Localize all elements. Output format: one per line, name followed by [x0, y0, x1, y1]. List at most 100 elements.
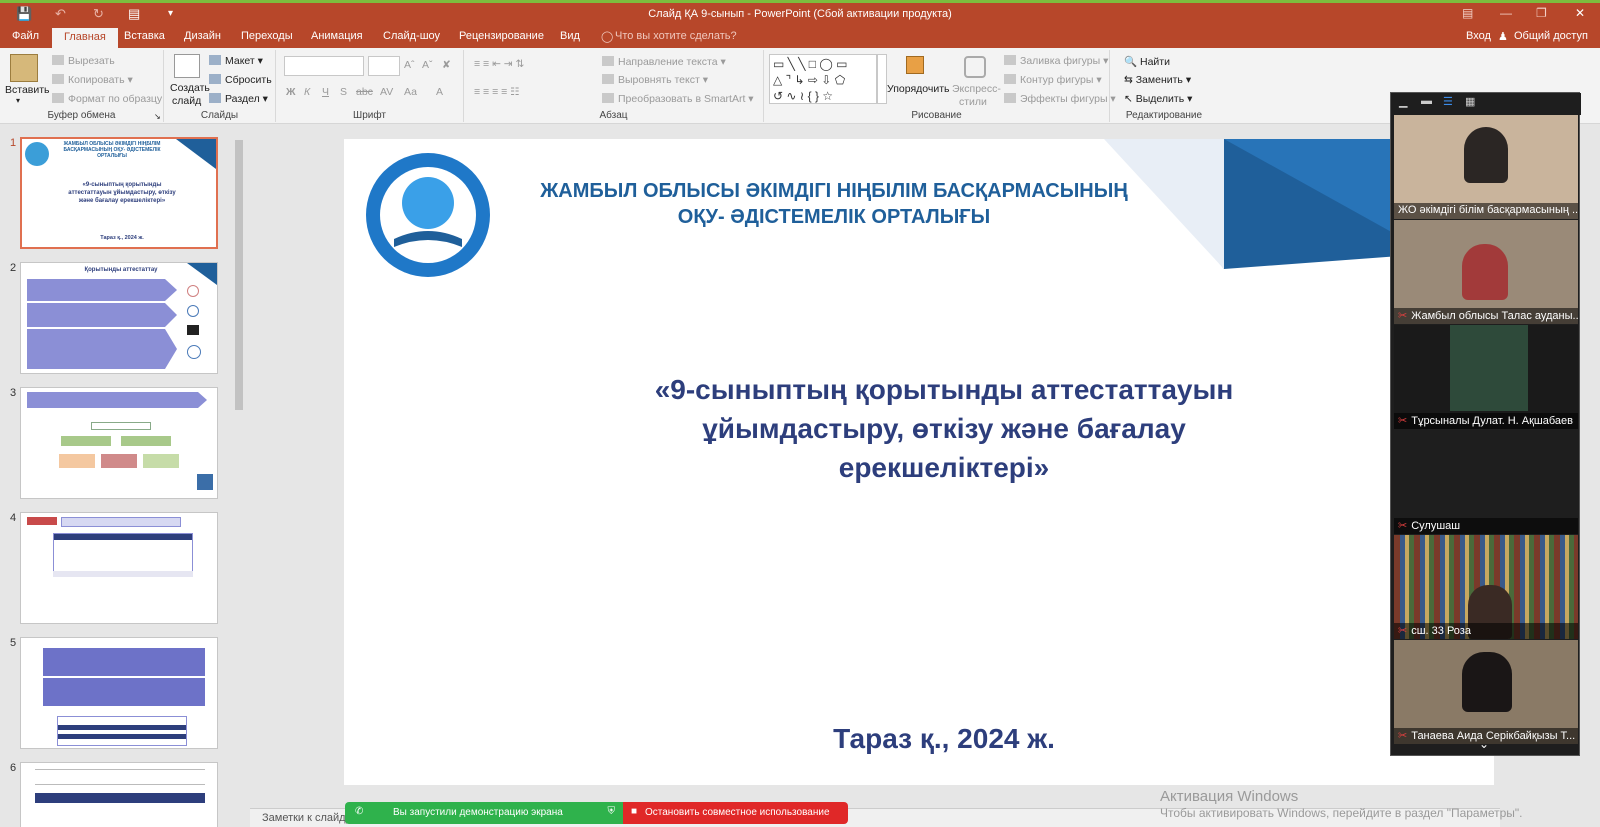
title-bar: 💾 ↶ ↻ ▤ ▾ Слайд ҚА 9-сынып - PowerPoint …	[0, 0, 1600, 26]
shapes-gallery[interactable]: ▭ ╲ ╲ □ ◯ ▭ △ ⌝ ↳ ⇨ ⇩ ⬠ ↺ ∿ ≀ { } ☆	[769, 54, 877, 104]
gallery-view-icon[interactable]: ▦	[1465, 95, 1475, 108]
thumb3-box	[91, 422, 151, 430]
select-button[interactable]: Выделить	[1136, 93, 1184, 105]
thumb1-title: «9-сыныптың қорытынды аттестаттауын ұйым…	[68, 182, 176, 204]
tab-transitions[interactable]: Переходы	[241, 30, 293, 42]
tab-view[interactable]: Вид	[560, 30, 580, 42]
underline-button[interactable]: Ч	[322, 86, 329, 98]
change-case-button[interactable]: Аа	[404, 86, 417, 98]
fill-icon	[1004, 55, 1016, 65]
paste-dropdown-icon[interactable]: ▾	[16, 96, 20, 105]
thumb4-header	[61, 517, 181, 527]
participant-video	[1450, 325, 1528, 411]
tab-file[interactable]: Файл	[12, 30, 39, 42]
thumb2-icon	[187, 305, 199, 317]
copy-button[interactable]: Копировать	[68, 74, 125, 86]
shapes-scroll[interactable]	[877, 54, 887, 104]
font-name-input[interactable]	[284, 56, 364, 76]
tab-design[interactable]: Дизайн	[184, 30, 221, 42]
ribbon-display-icon[interactable]: ▤	[1462, 6, 1473, 20]
italic-button[interactable]: К	[304, 86, 310, 98]
thumb2-icon	[187, 345, 201, 359]
shrink-font-icon[interactable]: Aˇ	[422, 59, 433, 71]
arrange-icon[interactable]	[906, 56, 924, 74]
paste-button[interactable]: Вставить	[5, 84, 50, 96]
participant-tile-2[interactable]: ✂ Жамбыл облысы Талас ауданы...	[1394, 220, 1578, 324]
minimize-icon[interactable]: —	[1500, 6, 1512, 20]
format-painter-icon	[52, 93, 64, 103]
layout-button[interactable]: Макет	[225, 55, 255, 67]
find-button[interactable]: Найти	[1140, 56, 1170, 68]
slide-thumbnail-2[interactable]: Қорытынды аттестаттау	[20, 262, 218, 374]
quick-styles-label-1[interactable]: Экспресс-	[952, 83, 1001, 95]
thumbnails-scrollbar[interactable]	[233, 128, 245, 827]
slide-thumbnail-1[interactable]: ЖАМБЫЛ ОБЛЫСЫ ӘКІМДІГІ НІҢБІЛІМ БАСҚАРМА…	[20, 137, 218, 249]
bullets-icon[interactable]: ≡ ≡ ⇤ ⇥ ⇅	[474, 58, 524, 70]
sign-in-link[interactable]: Вход	[1466, 30, 1491, 42]
clipboard-launcher-icon[interactable]: ↘	[154, 112, 161, 121]
new-slide-icon[interactable]	[174, 54, 200, 78]
slide-canvas[interactable]: ЖАМБЫЛ ОБЛЫСЫ ӘКІМДІГІ НІҢБІЛІМ БАСҚАРМА…	[344, 139, 1494, 785]
tell-me-search[interactable]: Что вы хотите сделать?	[615, 30, 737, 42]
participant-label-5: ✂ сш. 33 Роза	[1394, 623, 1578, 639]
shape-outline-button[interactable]: Контур фигуры	[1020, 74, 1093, 86]
participant-tile-4[interactable]: ✂ Сулушаш	[1394, 430, 1578, 534]
thumb5-row	[58, 734, 186, 739]
reset-button[interactable]: Сбросить	[225, 74, 272, 86]
strikethrough-button[interactable]: abc	[356, 86, 373, 98]
slide-thumbnail-6[interactable]	[20, 762, 218, 827]
slide-city-year: Тараз қ., 2024 ж.	[833, 723, 1055, 754]
replace-button[interactable]: Заменить	[1136, 74, 1183, 86]
slide-org-line1: ЖАМБЫЛ ОБЛЫСЫ ӘКІМДІГІ НІҢБІЛІМ БАСҚАРМА…	[540, 180, 1128, 202]
arrange-button[interactable]: Упорядочить	[887, 83, 949, 95]
align-text-button[interactable]: Выровнять текст	[618, 74, 700, 86]
format-painter-button[interactable]: Формат по образцу	[68, 93, 162, 105]
thumbnails-scroll-thumb[interactable]	[235, 140, 243, 410]
paste-icon[interactable]	[10, 54, 38, 82]
strip-view-icon[interactable]: ☰	[1443, 95, 1453, 108]
align-icons[interactable]: ≡ ≡ ≡ ≡ ☷	[474, 86, 520, 98]
shape-fill-button[interactable]: Заливка фигуры	[1020, 55, 1100, 67]
participant-tile-3[interactable]: ✂ Тұрсыналы Дулат. Н. Ақшабаев	[1394, 325, 1578, 429]
shadow-button[interactable]: S	[340, 86, 347, 98]
share-status: ✆ Вы запустили демонстрацию экрана ⛨	[345, 802, 623, 824]
quick-styles-icon[interactable]	[964, 56, 986, 78]
grow-font-icon[interactable]: Aˆ	[404, 59, 415, 71]
slide-number-4: 4	[10, 512, 17, 524]
slide-thumbnail-3[interactable]	[20, 387, 218, 499]
bold-button[interactable]: Ж	[286, 86, 296, 98]
minimize-video-icon[interactable]: ▁	[1399, 95, 1407, 108]
participant-tile-5[interactable]: ✂ сш. 33 Роза	[1394, 535, 1578, 639]
clear-format-icon[interactable]: ✘	[442, 59, 451, 71]
tab-insert[interactable]: Вставка	[124, 30, 165, 42]
font-size-input[interactable]	[368, 56, 400, 76]
share-status-text: Вы запустили демонстрацию экрана	[393, 807, 563, 818]
font-color-button[interactable]: A	[436, 86, 443, 98]
shape-effects-button[interactable]: Эффекты фигуры	[1020, 93, 1108, 105]
quick-styles-label-2[interactable]: стили	[959, 96, 987, 108]
new-slide-label-2[interactable]: слайд	[172, 95, 201, 107]
chevron-down-icon[interactable]: ⌄	[1479, 737, 1489, 751]
tab-home[interactable]: Главная	[52, 28, 118, 48]
participant-tile-1[interactable]: ЖО әкімдігі білім басқармасының ...	[1394, 115, 1578, 219]
thumb2-icon	[187, 285, 199, 297]
tab-review[interactable]: Рецензирование	[459, 30, 544, 42]
cut-button[interactable]: Вырезать	[68, 55, 115, 67]
tab-slideshow[interactable]: Слайд-шоу	[383, 30, 440, 42]
smartart-button[interactable]: Преобразовать в SmartArt	[618, 93, 745, 105]
slide-thumbnail-4[interactable]	[20, 512, 218, 624]
restore-icon[interactable]: ❐	[1536, 6, 1547, 20]
section-button[interactable]: Раздел	[225, 93, 260, 105]
tab-animations[interactable]: Анимация	[311, 30, 363, 42]
close-icon[interactable]: ✕	[1575, 6, 1585, 20]
stop-share-button[interactable]: ■ Остановить совместное использование	[623, 802, 848, 824]
new-slide-label-1[interactable]: Создать	[170, 82, 210, 94]
char-spacing-button[interactable]: AV	[380, 86, 393, 98]
speaker-view-icon[interactable]: ▬	[1421, 95, 1432, 107]
editing-group: 🔍 Найти ⇆ Заменить ▾ ↖ Выделить ▾ Редакт…	[1110, 50, 1218, 122]
share-button[interactable]: Общий доступ	[1514, 30, 1588, 42]
participant-tile-6[interactable]: ✂ Танаева Аида Серікбайқызы Т...	[1394, 640, 1578, 744]
slide-number-6: 6	[10, 762, 17, 774]
text-direction-button[interactable]: Направление текста	[618, 56, 718, 68]
slide-thumbnail-5[interactable]	[20, 637, 218, 749]
